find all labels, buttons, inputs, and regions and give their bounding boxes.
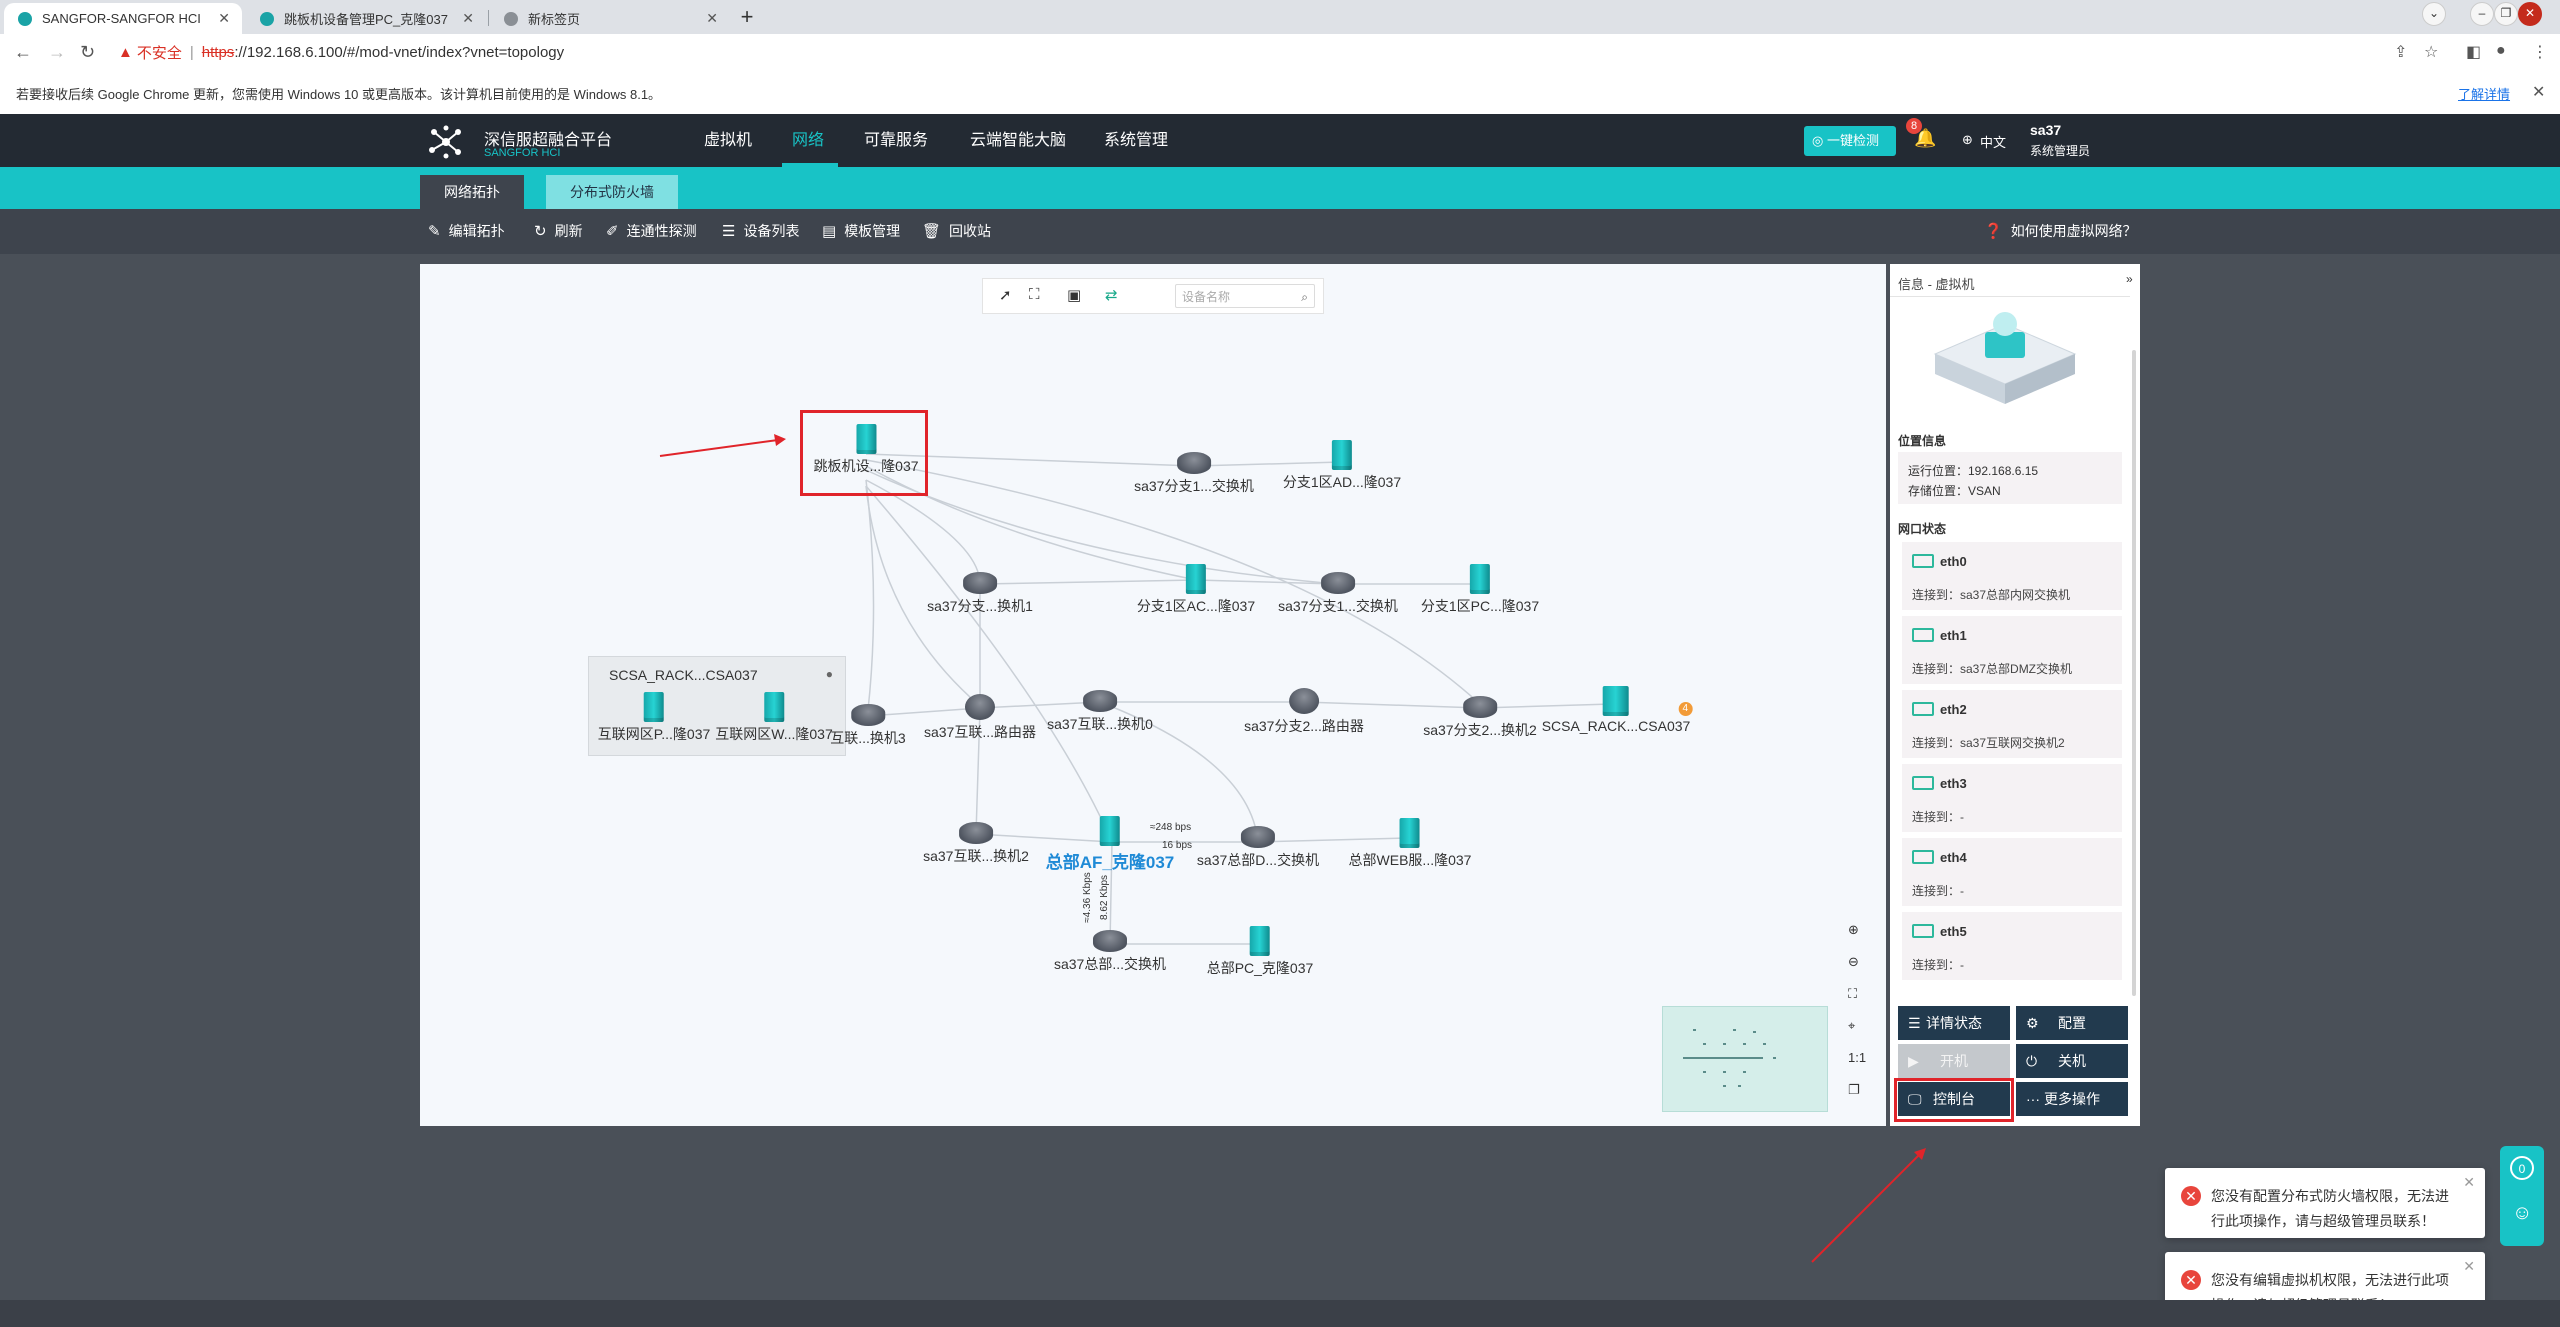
- panel-scrollbar[interactable]: [2132, 350, 2136, 996]
- annotation-arrows: [659, 434, 1926, 1263]
- port-connection: 连接到：sa37互联网交换机2: [1912, 736, 2065, 750]
- ports-title: 网口状态: [1898, 522, 1947, 536]
- port-card-eth4[interactable]: eth4 连接到：-: [1902, 838, 2122, 906]
- center-view-icon[interactable]: ⌖: [1848, 1018, 1855, 1034]
- port-card-eth3[interactable]: eth3 连接到：-: [1902, 764, 2122, 832]
- toast-message: 您没有配置分布式防火墙权限，无法进行此项操作，请与超级管理员联系！: [2211, 1188, 2449, 1229]
- button-label: 更多操作: [2044, 1091, 2100, 1107]
- error-icon: ✕: [2181, 1186, 2201, 1206]
- button-label: 关机: [2058, 1053, 2086, 1069]
- port-name: eth3: [1940, 776, 1967, 791]
- ethernet-port-icon: [1912, 776, 1934, 790]
- config-button[interactable]: ⚙ 配置: [2016, 1006, 2128, 1040]
- shutdown-button[interactable]: ⏻ 关机: [2016, 1044, 2128, 1078]
- more-actions-button[interactable]: ··· 更多操作: [2016, 1082, 2128, 1116]
- zoom-out-icon[interactable]: ⊖: [1848, 954, 1859, 970]
- port-name: eth1: [1940, 628, 1967, 643]
- actual-size-button[interactable]: 1:1: [1848, 1050, 1866, 1065]
- panel-header: 信息 - 虚拟机: [1898, 277, 1975, 292]
- button-label: 详情状态: [1926, 1015, 1982, 1031]
- close-toast-icon[interactable]: ✕: [2463, 1258, 2475, 1275]
- ethernet-port-icon: [1912, 628, 1934, 642]
- error-icon: ✕: [2181, 1270, 2201, 1290]
- topology-minimap[interactable]: [1662, 1006, 1828, 1112]
- location-card: 运行位置：192.168.6.15 存储位置：VSAN: [1898, 452, 2122, 504]
- ethernet-port-icon: [1912, 554, 1934, 568]
- info-panel: 信息 - 虚拟机 » 位置信息 运行位置：192.168.6.15 存储位置：V…: [1890, 264, 2140, 1126]
- ethernet-port-icon: [1912, 924, 1934, 938]
- floating-widget[interactable]: 0 ☺: [2500, 1146, 2544, 1246]
- minimap-preview: [1683, 1029, 1776, 1087]
- run-location: 运行位置：192.168.6.15: [1908, 464, 2039, 478]
- fit-view-icon[interactable]: ⛶: [1848, 986, 1857, 1002]
- location-title: 位置信息: [1898, 434, 1947, 448]
- zoom-in-icon[interactable]: ⊕: [1848, 922, 1859, 938]
- collapse-panel-icon[interactable]: »: [2126, 272, 2133, 286]
- power-on-button[interactable]: ▶ 开机: [1898, 1044, 2010, 1078]
- ethernet-port-icon: [1912, 702, 1934, 716]
- storage-location: 存储位置：VSAN: [1908, 484, 2001, 498]
- port-name: eth4: [1940, 850, 1967, 865]
- assistant-icon: ☺: [2512, 1202, 2533, 1224]
- port-connection: 连接到：-: [1912, 958, 1964, 972]
- detail-status-button[interactable]: ☰ 详情状态: [1898, 1006, 2010, 1040]
- vm-illustration-icon: [1933, 312, 2077, 404]
- error-toast: ✕ 您没有配置分布式防火墙权限，无法进行此项操作，请与超级管理员联系！ ✕: [2165, 1168, 2485, 1238]
- ethernet-port-icon: [1912, 850, 1934, 864]
- close-toast-icon[interactable]: ✕: [2463, 1174, 2475, 1191]
- port-name: eth2: [1940, 702, 1967, 717]
- port-card-eth1[interactable]: eth1 连接到：sa37总部DMZ交换机: [1902, 616, 2122, 684]
- layer-icon[interactable]: ❐: [1848, 1082, 1860, 1098]
- port-connection: 连接到：sa37总部DMZ交换机: [1912, 662, 2073, 676]
- port-card-eth5[interactable]: eth5 连接到：-: [1902, 912, 2122, 980]
- float-count-badge: 0: [2510, 1156, 2534, 1180]
- app-footer: [0, 1300, 2560, 1327]
- port-name: eth0: [1940, 554, 1967, 569]
- port-connection: 连接到：-: [1912, 810, 1964, 824]
- button-label: 开机: [1940, 1053, 1968, 1069]
- port-card-eth0[interactable]: eth0 连接到：sa37总部内网交换机: [1902, 542, 2122, 610]
- port-name: eth5: [1940, 924, 1967, 939]
- highlight-console-button: [1894, 1078, 2014, 1122]
- port-connection: 连接到：sa37总部内网交换机: [1912, 588, 2071, 602]
- button-label: 配置: [2058, 1015, 2086, 1031]
- divider: [1890, 296, 2130, 297]
- port-card-eth2[interactable]: eth2 连接到：sa37互联网交换机2: [1902, 690, 2122, 758]
- port-connection: 连接到：-: [1912, 884, 1964, 898]
